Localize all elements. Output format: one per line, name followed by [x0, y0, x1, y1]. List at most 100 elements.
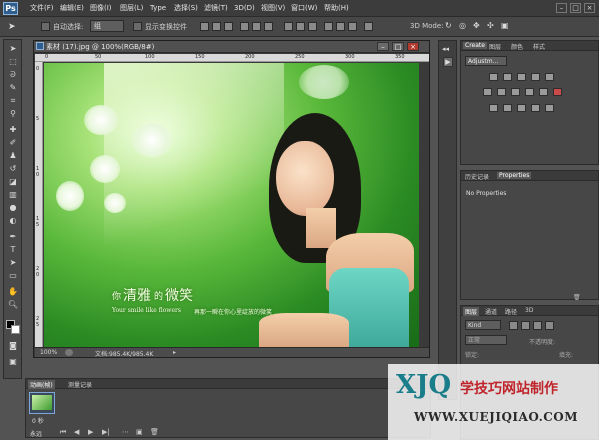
3d-slide-icon[interactable]: ✣	[487, 21, 494, 30]
ruler-vertical[interactable]: 0 5 1 0 1 5 2 0 2 5	[35, 62, 43, 347]
doc-close-icon[interactable]: ×	[407, 42, 419, 51]
gradient-tool[interactable]: ▥	[7, 189, 19, 200]
tab-layers-mini[interactable]: 图层	[487, 42, 503, 51]
animation-frame[interactable]	[29, 392, 55, 414]
posterize-icon[interactable]	[503, 104, 512, 112]
menu-filter[interactable]: 滤镜(T)	[204, 3, 228, 14]
tween-icon[interactable]: ⋯	[122, 428, 129, 436]
distribute-bottom-icon[interactable]	[308, 22, 317, 31]
distribute-hcenter-icon[interactable]	[336, 22, 345, 31]
brush-tool[interactable]: ✐	[7, 137, 19, 148]
levels-icon[interactable]	[503, 73, 512, 81]
auto-select-dropdown[interactable]: 组	[90, 20, 124, 32]
next-frame-icon[interactable]: ▶|	[102, 428, 110, 436]
healing-brush-tool[interactable]: ✚	[7, 124, 19, 135]
filter-pixel-icon[interactable]	[509, 321, 518, 330]
transform-controls-checkbox[interactable]	[133, 22, 142, 31]
frame-delay[interactable]: 0 秒	[32, 416, 44, 425]
shape-tool[interactable]: ▭	[7, 270, 19, 281]
menu-layer[interactable]: 图层(L)	[120, 3, 143, 14]
loop-option[interactable]: 永远	[30, 429, 42, 438]
photo-filter-icon[interactable]	[525, 88, 534, 96]
menu-3d[interactable]: 3D(D)	[234, 3, 255, 14]
marquee-tool[interactable]: ⬚	[7, 56, 19, 67]
align-left-icon[interactable]	[240, 22, 249, 31]
blend-mode-dropdown[interactable]: 正常	[465, 335, 507, 345]
minimize-icon[interactable]: –	[556, 3, 567, 13]
type-tool[interactable]: T	[7, 244, 19, 255]
adjustments-dropdown[interactable]: Adjustm...	[465, 56, 507, 66]
screen-mode-icon[interactable]: ▣	[7, 356, 19, 367]
quick-mask-icon[interactable]: ◙	[7, 340, 19, 351]
threshold-icon[interactable]	[517, 104, 526, 112]
invert-icon[interactable]	[489, 104, 498, 112]
layer-kind-filter[interactable]: Kind	[465, 320, 501, 330]
play-action-icon[interactable]: ▶	[443, 57, 453, 67]
history-brush-tool[interactable]: ↺	[7, 163, 19, 174]
menu-image[interactable]: 图像(I)	[90, 3, 112, 14]
path-select-tool[interactable]: ➤	[7, 257, 19, 268]
tab-properties[interactable]: Properties	[497, 172, 532, 179]
color-lookup-icon[interactable]	[553, 88, 562, 96]
duplicate-frame-icon[interactable]: ▣	[136, 428, 143, 436]
doc-minimize-icon[interactable]: –	[377, 42, 389, 51]
distribute-top-icon[interactable]	[284, 22, 293, 31]
exposure-icon[interactable]	[531, 73, 540, 81]
status-menu-icon[interactable]	[65, 349, 73, 356]
3d-pan-icon[interactable]: ✥	[473, 21, 480, 30]
curves-icon[interactable]	[517, 73, 526, 81]
doc-maximize-icon[interactable]: □	[392, 42, 404, 51]
move-tool-icon[interactable]: ➤	[8, 22, 16, 32]
pen-tool[interactable]: ✒	[7, 231, 19, 242]
tab-animation-frames[interactable]: 动画(帧)	[28, 380, 55, 389]
tab-paths[interactable]: 路径	[503, 307, 519, 316]
menu-help[interactable]: 帮助(H)	[324, 3, 349, 14]
filter-adjust-icon[interactable]	[521, 321, 530, 330]
background-color-swatch[interactable]	[11, 325, 20, 334]
trash-icon[interactable]: 🗑︎	[573, 294, 581, 301]
3d-roll-icon[interactable]: ◎	[459, 21, 466, 30]
image-canvas[interactable]: 你 清雅 的 微笑 Your smile like flowers 再那一瞬在你…	[44, 63, 419, 347]
menu-file[interactable]: 文件(F)	[30, 3, 54, 14]
hand-tool[interactable]: ✋	[7, 286, 19, 297]
eyedropper-tool[interactable]: ⚲	[7, 108, 19, 119]
tab-styles[interactable]: 样式	[531, 42, 547, 51]
quick-select-tool[interactable]: ✎	[7, 82, 19, 93]
zoom-level[interactable]: 100%	[40, 349, 57, 356]
hue-saturation-icon[interactable]	[483, 88, 492, 96]
distribute-right-icon[interactable]	[348, 22, 357, 31]
channel-mixer-icon[interactable]	[539, 88, 548, 96]
distribute-left-icon[interactable]	[324, 22, 333, 31]
menu-edit[interactable]: 编辑(E)	[60, 3, 84, 14]
move-tool[interactable]: ➤	[7, 43, 19, 54]
vibrance-icon[interactable]	[545, 73, 554, 81]
tab-create[interactable]: Create	[463, 42, 487, 49]
align-hcenter-icon[interactable]	[252, 22, 261, 31]
black-white-icon[interactable]	[511, 88, 520, 96]
align-right-icon[interactable]	[264, 22, 273, 31]
crop-tool[interactable]: ⌗	[7, 95, 19, 106]
align-bottom-icon[interactable]	[224, 22, 233, 31]
tab-channels[interactable]: 通道	[483, 307, 499, 316]
align-top-icon[interactable]	[200, 22, 209, 31]
menu-window[interactable]: 窗口(W)	[291, 3, 317, 14]
eraser-tool[interactable]: ◪	[7, 176, 19, 187]
menu-select[interactable]: 选择(S)	[174, 3, 198, 14]
gradient-map-icon[interactable]	[531, 104, 540, 112]
auto-align-icon[interactable]	[364, 22, 373, 31]
tab-3d[interactable]: 3D	[523, 307, 535, 314]
ruler-horizontal[interactable]: 0 50 100 150 200 250 300 350	[35, 54, 429, 62]
lasso-tool[interactable]: ᘐ	[7, 69, 19, 80]
dodge-tool[interactable]: ◐	[7, 215, 19, 226]
filter-type-icon[interactable]	[533, 321, 542, 330]
clone-stamp-tool[interactable]: ♟	[7, 150, 19, 161]
selective-color-icon[interactable]	[545, 104, 554, 112]
tab-color[interactable]: 颜色	[509, 42, 525, 51]
menu-type[interactable]: Type	[150, 3, 166, 14]
distribute-vcenter-icon[interactable]	[296, 22, 305, 31]
blur-tool[interactable]: ●	[7, 202, 19, 213]
delete-frame-icon[interactable]: 🗑︎	[150, 428, 159, 436]
play-icon[interactable]: ▶	[88, 428, 93, 436]
brightness-icon[interactable]	[489, 73, 498, 81]
first-frame-icon[interactable]: ⏮	[60, 428, 66, 437]
